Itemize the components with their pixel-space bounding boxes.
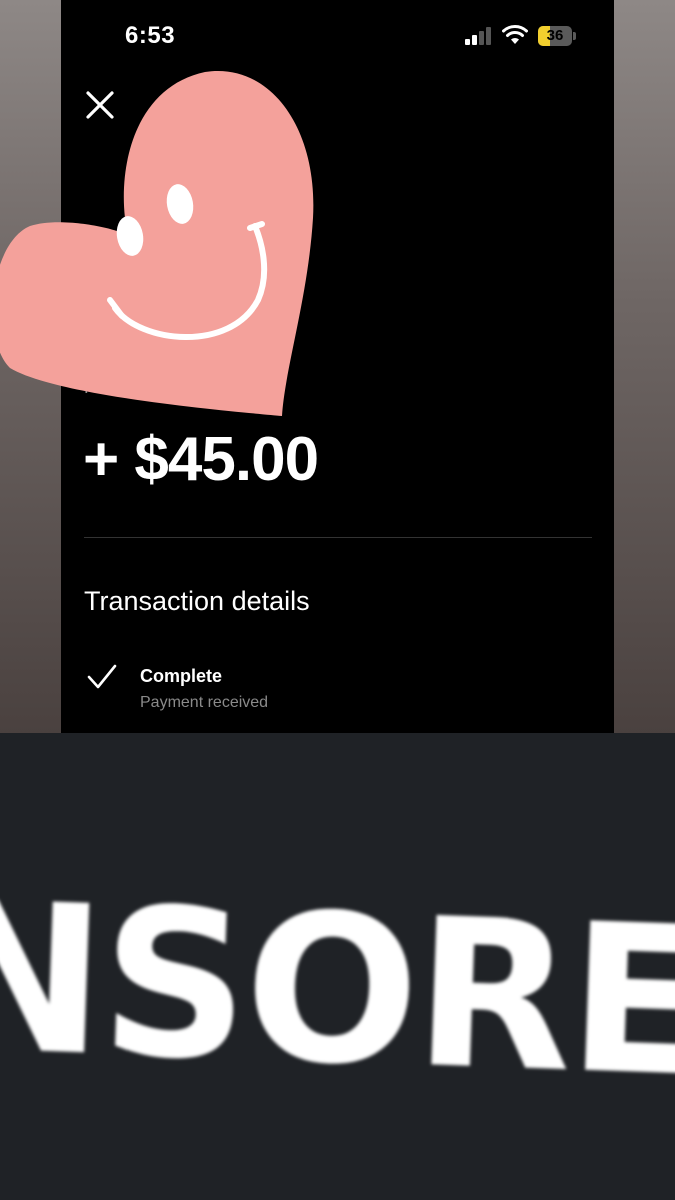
transaction-status-detail: Payment received: [140, 694, 269, 711]
battery-tip: [573, 32, 576, 40]
checkmark-icon: [87, 664, 117, 689]
banner-text: NSORE: [0, 858, 675, 1123]
heart-smiley-sticker: [0, 71, 314, 416]
transaction-amount: + $45.00: [83, 425, 319, 494]
banner-clip: NSORE: [0, 733, 675, 1200]
divider: [84, 537, 592, 538]
battery-level: 36: [546, 27, 564, 44]
signal-icon: [465, 27, 493, 45]
battery-icon: 36: [538, 26, 572, 46]
status-time: 6:53: [125, 22, 176, 49]
transaction-status: Complete: [140, 666, 223, 686]
wifi-icon: [502, 25, 528, 44]
section-title: Transaction details: [84, 586, 310, 616]
